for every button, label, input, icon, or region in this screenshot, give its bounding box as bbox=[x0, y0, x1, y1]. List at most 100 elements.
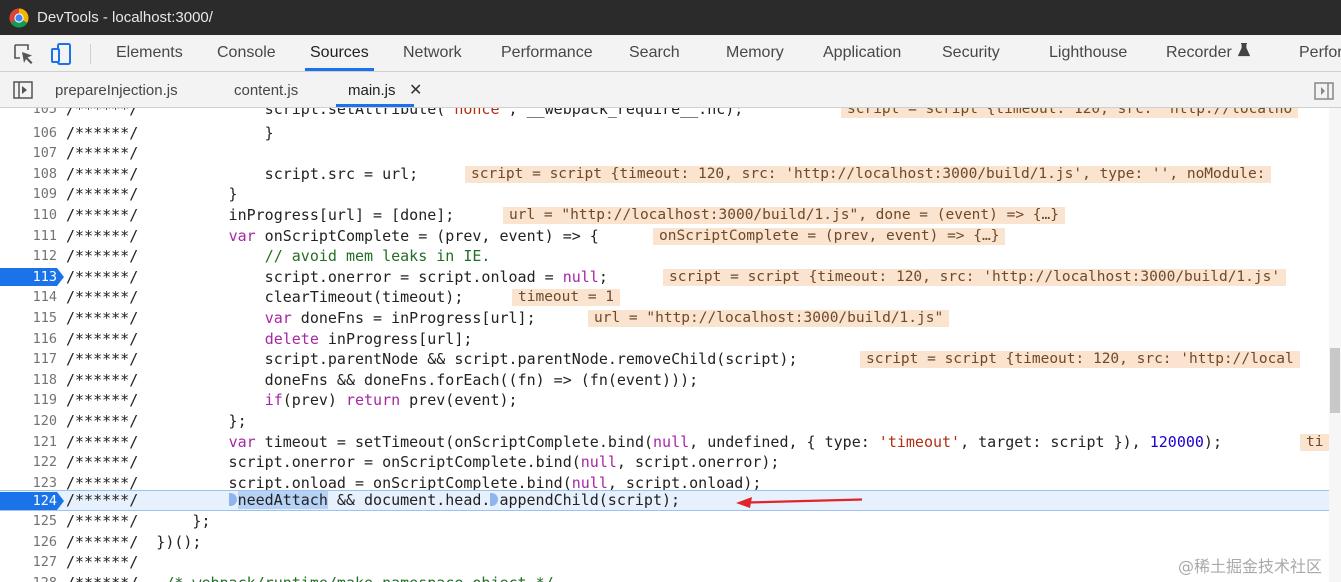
line-number[interactable]: 106 bbox=[0, 123, 57, 144]
device-toolbar-icon[interactable] bbox=[50, 42, 74, 66]
red-arrow-annotation bbox=[736, 497, 863, 508]
line-number[interactable]: 121 bbox=[0, 432, 57, 453]
line-number[interactable]: 128 bbox=[0, 573, 57, 582]
line-number[interactable]: 117 bbox=[0, 349, 57, 370]
code-line: 113 /******/ script.onerror = script.onl… bbox=[0, 267, 1329, 288]
line-number[interactable]: 105 bbox=[0, 108, 57, 120]
line-number[interactable]: 125 bbox=[0, 511, 57, 532]
tab-security[interactable]: Security bbox=[942, 35, 1000, 71]
tab-lighthouse[interactable]: Lighthouse bbox=[1049, 35, 1127, 71]
inline-value-annotation: ti bbox=[1300, 433, 1329, 451]
code-line: 115 /******/ var doneFns = inProgress[ur… bbox=[0, 308, 1329, 329]
tab-application[interactable]: Application bbox=[823, 35, 901, 71]
tab-performance-insights[interactable]: Perfor bbox=[1299, 35, 1341, 71]
tab-network[interactable]: Network bbox=[403, 35, 462, 71]
code-line: 120 /******/ }; bbox=[0, 411, 1329, 432]
line-number[interactable]: 111 bbox=[0, 226, 57, 247]
tab-elements[interactable]: Elements bbox=[116, 35, 183, 71]
line-number[interactable]: 126 bbox=[0, 532, 57, 553]
line-number[interactable]: 110 bbox=[0, 205, 57, 226]
line-number[interactable]: 115 bbox=[0, 308, 57, 329]
gutter-comment: /******/ bbox=[66, 267, 139, 286]
gutter-comment: /******/ bbox=[66, 205, 139, 224]
line-number[interactable]: 120 bbox=[0, 411, 57, 432]
code-line: 126 /******/ })(); bbox=[0, 532, 1329, 553]
code-line: 112 /******/ // avoid mem leaks in IE. bbox=[0, 246, 1329, 267]
inline-value-annotation: script = script {timeout: 120, src: 'htt… bbox=[841, 108, 1299, 118]
inline-value-annotation: script = script {timeout: 120, src: 'htt… bbox=[465, 165, 1272, 183]
line-number[interactable]: 124 bbox=[0, 491, 57, 512]
gutter-comment: /******/ bbox=[66, 453, 139, 472]
line-number[interactable]: 114 bbox=[0, 287, 57, 308]
line-number[interactable]: 113 bbox=[0, 267, 57, 288]
tab-console[interactable]: Console bbox=[217, 35, 276, 71]
editor-scrollbar[interactable] bbox=[1329, 108, 1341, 582]
gutter-comment: /******/ bbox=[66, 411, 139, 430]
window-title: DevTools - localhost:3000/ bbox=[37, 9, 213, 26]
line-number[interactable]: 112 bbox=[0, 246, 57, 267]
tab-sources[interactable]: Sources bbox=[305, 35, 374, 71]
line-number[interactable]: 118 bbox=[0, 370, 57, 391]
inspect-element-icon[interactable] bbox=[12, 42, 36, 66]
code-line: 121 /******/ var timeout = setTimeout(on… bbox=[0, 432, 1329, 453]
inline-value-annotation: onScriptComplete = (prev, event) => {…} bbox=[653, 227, 1006, 245]
tab-performance[interactable]: Performance bbox=[501, 35, 593, 71]
inline-value-annotation: url = "http://localhost:3000/build/1.js"… bbox=[503, 206, 1065, 224]
line-number[interactable]: 108 bbox=[0, 164, 57, 185]
gutter-comment: /******/ bbox=[66, 247, 139, 266]
watermark: @稀土掘金技术社区 bbox=[1178, 557, 1323, 576]
line-number[interactable]: 107 bbox=[0, 143, 57, 164]
code-line: 125 /******/ }; bbox=[0, 511, 1329, 532]
line-number[interactable]: 122 bbox=[0, 452, 57, 473]
window-title-bar: DevTools - localhost:3000/ bbox=[0, 0, 1341, 35]
code-editor[interactable]: 105 /******/ script.setAttribute("nonce"… bbox=[0, 108, 1329, 582]
gutter-comment: /******/ bbox=[66, 391, 139, 410]
gutter-comment: /******/ bbox=[66, 491, 139, 509]
code-line: 127 /******/ bbox=[0, 552, 1329, 573]
inline-value-annotation: timeout = 1 bbox=[512, 289, 621, 307]
line-number[interactable]: 127 bbox=[0, 552, 57, 573]
gutter-comment: /******/ bbox=[66, 144, 139, 163]
tab-search[interactable]: Search bbox=[629, 35, 680, 71]
file-tab-content[interactable]: content.js bbox=[234, 72, 298, 107]
code-line: 108 /******/ script.src = url; script = … bbox=[0, 164, 1329, 185]
toggle-debugger-sidebar-icon[interactable] bbox=[1314, 82, 1334, 100]
gutter-comment: /******/ bbox=[66, 288, 139, 307]
tab-memory[interactable]: Memory bbox=[726, 35, 784, 71]
gutter-comment: /******/ bbox=[66, 226, 139, 245]
line-number[interactable]: 119 bbox=[0, 390, 57, 411]
code-line: 106 /******/ } bbox=[0, 123, 1329, 144]
gutter-comment: /******/ bbox=[66, 108, 139, 118]
chrome-logo-icon bbox=[9, 8, 29, 28]
inline-breakpoint-marker[interactable] bbox=[490, 493, 499, 506]
close-tab-icon[interactable]: ✕ bbox=[409, 72, 422, 107]
gutter-comment: /******/ bbox=[66, 553, 139, 572]
code-line: 109 /******/ } bbox=[0, 184, 1329, 205]
gutter-comment: /******/ bbox=[66, 574, 138, 582]
gutter-comment: /******/ bbox=[66, 350, 139, 369]
code-line: 114 /******/ clearTimeout(timeout); time… bbox=[0, 287, 1329, 308]
tab-recorder-label: Recorder bbox=[1166, 44, 1232, 61]
gutter-comment: /******/ bbox=[66, 185, 139, 204]
inline-breakpoint-marker[interactable] bbox=[228, 493, 237, 506]
code-line: 107 /******/ bbox=[0, 143, 1329, 164]
line-number[interactable]: 109 bbox=[0, 184, 57, 205]
gutter-comment: /******/ bbox=[66, 512, 139, 530]
code-line: 119 /******/ if(prev) return prev(event)… bbox=[0, 390, 1329, 411]
gutter-comment: /******/ bbox=[66, 329, 139, 348]
gutter-comment: /******/ bbox=[66, 164, 139, 183]
scrollbar-thumb[interactable] bbox=[1330, 348, 1340, 413]
file-tab-main[interactable]: main.js bbox=[336, 72, 413, 107]
inline-value-annotation: script = script {timeout: 120, src: 'htt… bbox=[860, 351, 1300, 369]
paused-code-line: 124 /******/ needAttach && document.head… bbox=[0, 490, 1329, 511]
code-line: 122 /******/ script.onerror = onScriptCo… bbox=[0, 452, 1329, 473]
inline-value-annotation: url = "http://localhost:3000/build/1.js" bbox=[588, 309, 950, 327]
tab-recorder[interactable]: Recorder bbox=[1166, 35, 1250, 71]
toggle-navigator-icon[interactable] bbox=[13, 81, 33, 99]
line-number[interactable]: 116 bbox=[0, 329, 57, 350]
gutter-comment: /******/ bbox=[66, 123, 139, 142]
code-line: 117 /******/ script.parentNode && script… bbox=[0, 349, 1329, 370]
code-line: 116 /******/ delete inProgress[url]; bbox=[0, 329, 1329, 350]
toolbar-divider bbox=[90, 44, 91, 64]
file-tab-prepare-injection[interactable]: prepareInjection.js bbox=[55, 72, 178, 107]
